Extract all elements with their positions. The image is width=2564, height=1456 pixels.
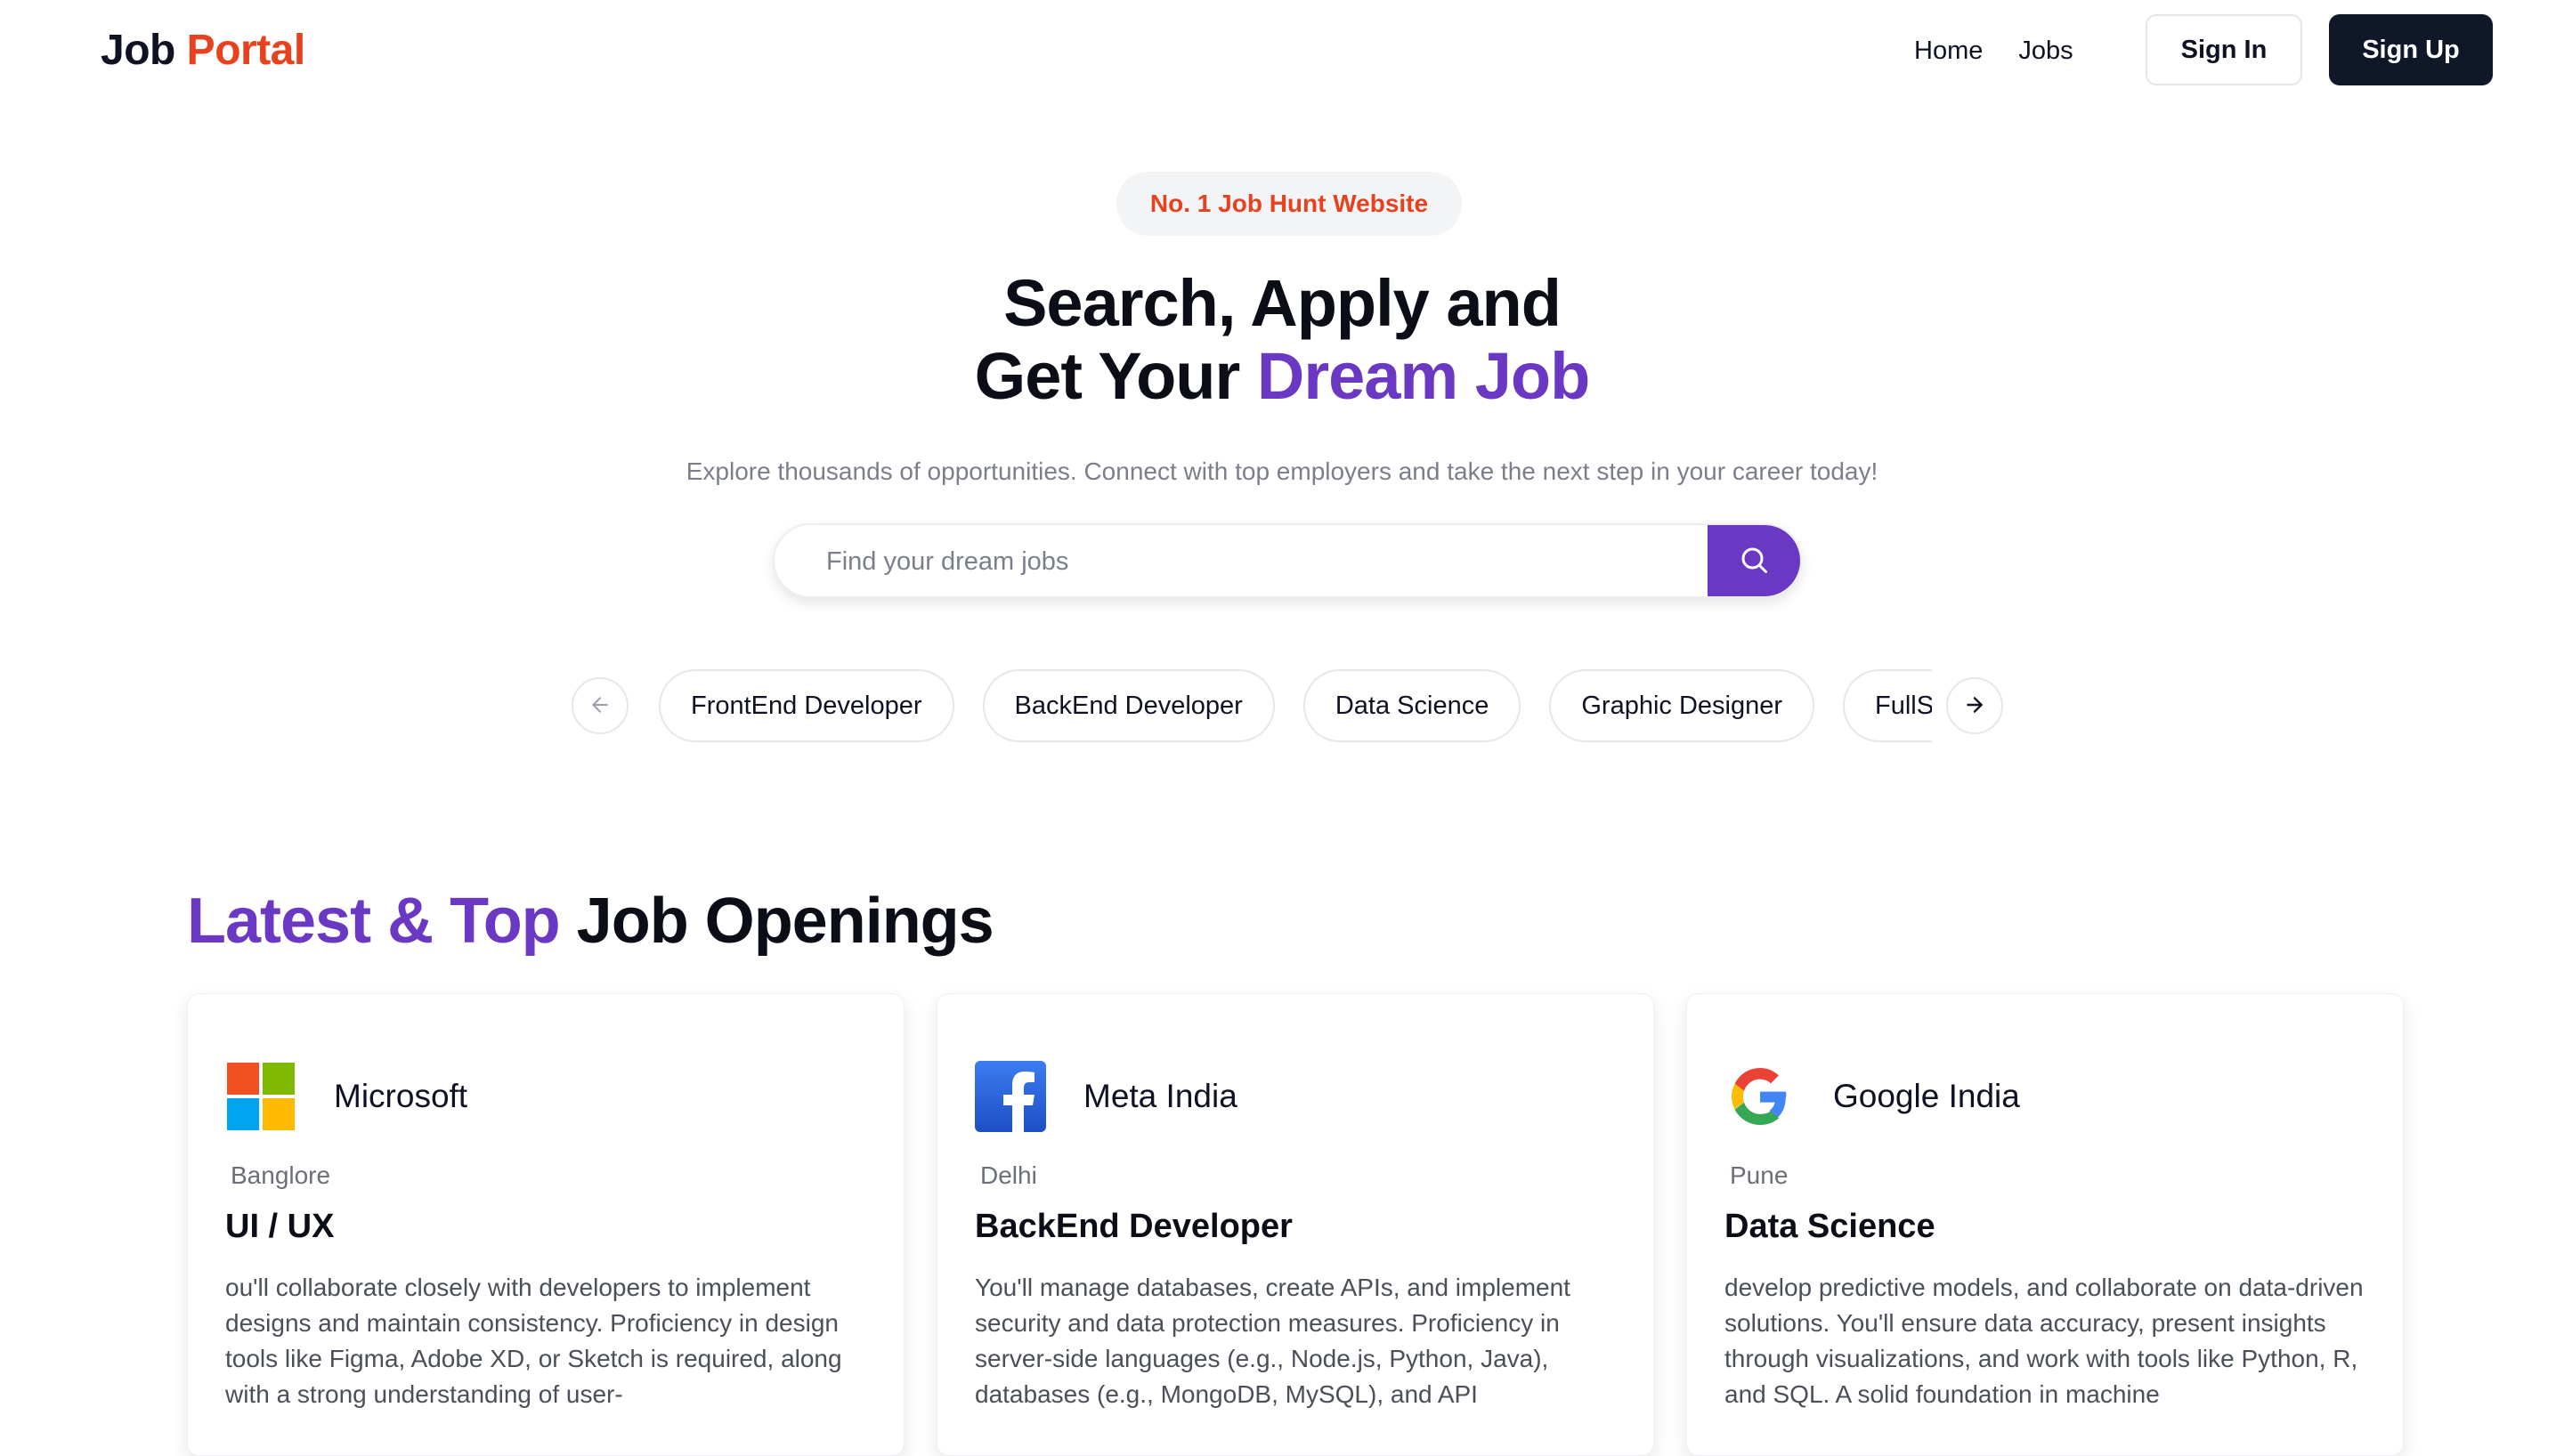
job-card[interactable]: Meta India Delhi BackEnd Developer You'l… bbox=[937, 993, 1654, 1456]
job-description: ou'll collaborate closely with developer… bbox=[225, 1274, 842, 1408]
job-location: Pune bbox=[1730, 1161, 1789, 1189]
search-bar bbox=[773, 523, 1802, 598]
arrow-left-icon bbox=[588, 693, 612, 719]
job-title: UI / UX bbox=[225, 1208, 335, 1245]
hero-title-accent: Dream Job bbox=[1256, 339, 1590, 413]
job-description: You'll manage databases, create APIs, an… bbox=[975, 1274, 1570, 1408]
category-chip[interactable]: BackEnd Developer bbox=[982, 669, 1275, 742]
site-logo[interactable]: Job Portal bbox=[101, 21, 305, 80]
microsoft-logo-icon bbox=[225, 1061, 296, 1132]
hero-badge: No. 1 Job Hunt Website bbox=[1116, 172, 1462, 236]
navbar: Job Portal Home Jobs Sign In Sign Up bbox=[0, 0, 2564, 101]
sign-in-button[interactable]: Sign In bbox=[2146, 14, 2302, 85]
job-card-list: Microsoft Banglore UI / UX ou'll collabo… bbox=[187, 993, 2404, 1456]
hero-title: Search, Apply and Get Your Dream Job bbox=[0, 267, 2564, 413]
hero-subtitle: Explore thousands of opportunities. Conn… bbox=[686, 457, 1878, 485]
category-list: FrontEnd Developer BackEnd Developer Dat… bbox=[659, 669, 1932, 742]
nav-links: Home Jobs bbox=[1914, 21, 2073, 80]
company-name: Microsoft bbox=[334, 1078, 468, 1114]
nav-link-home[interactable]: Home bbox=[1914, 36, 1983, 66]
carousel-next-button[interactable] bbox=[1946, 677, 2003, 734]
hero-title-line2: Get Your bbox=[974, 339, 1257, 413]
job-card[interactable]: Microsoft Banglore UI / UX ou'll collabo… bbox=[187, 993, 905, 1456]
job-location: Delhi bbox=[980, 1161, 1037, 1189]
carousel-prev-button[interactable] bbox=[572, 677, 629, 734]
section-title: Latest & Top Job Openings bbox=[187, 881, 994, 961]
facebook-logo-icon bbox=[975, 1061, 1046, 1132]
job-card[interactable]: Google India Pune Data Science develop p… bbox=[1686, 993, 2404, 1456]
logo-text: Job bbox=[101, 27, 187, 74]
card-header: Meta India bbox=[975, 1061, 1237, 1132]
category-track: FrontEnd Developer BackEnd Developer Dat… bbox=[659, 669, 1932, 742]
arrow-right-icon bbox=[1963, 693, 1986, 719]
category-chip[interactable]: Graphic Designer bbox=[1549, 669, 1815, 742]
logo-accent-text: Portal bbox=[186, 27, 306, 74]
job-title: Data Science bbox=[1724, 1208, 1935, 1245]
company-name: Meta India bbox=[1083, 1078, 1237, 1114]
card-header: Google India bbox=[1724, 1061, 2020, 1132]
category-chip[interactable]: FrontEnd Developer bbox=[659, 669, 954, 742]
category-chip[interactable]: Data Science bbox=[1302, 669, 1521, 742]
section-title-accent: Latest & Top bbox=[187, 886, 561, 957]
card-header: Microsoft bbox=[225, 1061, 467, 1132]
hero-title-line1: Search, Apply and bbox=[1003, 266, 1562, 340]
google-logo-icon bbox=[1724, 1061, 1796, 1132]
search-input[interactable] bbox=[824, 525, 1718, 596]
category-chip[interactable]: FullStack Developer bbox=[1843, 669, 1932, 742]
job-location: Banglore bbox=[231, 1161, 331, 1189]
job-title: BackEnd Developer bbox=[975, 1208, 1293, 1245]
search-button[interactable] bbox=[1708, 525, 1800, 596]
job-description: develop predictive models, and collabora… bbox=[1724, 1274, 2364, 1408]
sign-up-button[interactable]: Sign Up bbox=[2329, 14, 2493, 85]
search-icon bbox=[1738, 544, 1770, 578]
company-name: Google India bbox=[1833, 1078, 2020, 1114]
category-carousel: FrontEnd Developer BackEnd Developer Dat… bbox=[572, 669, 2003, 742]
nav-link-jobs[interactable]: Jobs bbox=[2018, 36, 2073, 66]
section-title-text: Job Openings bbox=[559, 886, 994, 957]
